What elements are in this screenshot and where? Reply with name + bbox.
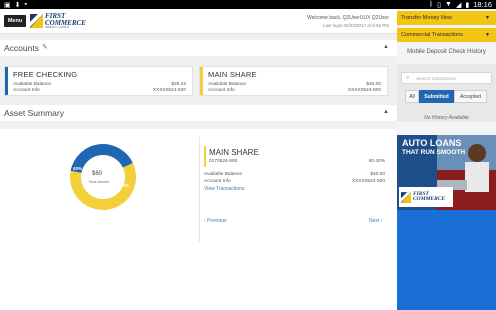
ad-logo-text-commerce: COMMERCE <box>413 196 446 202</box>
search-placeholder: Search transactions <box>416 75 456 81</box>
collapse-accounts-icon[interactable]: ▲ <box>383 44 389 50</box>
ad-headline: AUTO LOANS <box>402 138 462 148</box>
auto-loans-ad[interactable]: AUTO LOANS THAT RUN SMOOTH FIRST COMMERC… <box>397 135 496 210</box>
account-name: MAIN SHARE <box>208 70 257 79</box>
detail-balance-value: $40.00 <box>370 172 385 177</box>
next-link[interactable]: Next › <box>369 218 382 224</box>
donut-center-label: Total Assets <box>88 179 110 184</box>
donut-slice-label: 40% <box>73 166 83 171</box>
view-transactions-link[interactable]: View Transactions <box>204 186 244 192</box>
collapse-asset-summary-icon[interactable]: ▲ <box>383 109 389 115</box>
account-info-label: Account Info <box>208 88 235 93</box>
search-icon: ⌕ <box>406 75 410 81</box>
transfer-money-label: Transfer Money Now <box>401 15 452 21</box>
donut-slice-label: 60% <box>120 183 130 188</box>
chevron-down-icon: ▼ <box>485 15 490 21</box>
asset-summary-panel: 40% 60% $60 Total Assets <box>0 129 397 310</box>
welcome-block: Welcome back, Q2UserUUX Q2User Last logi… <box>307 15 389 29</box>
detail-percent: 60.40% <box>368 159 385 164</box>
first-commerce-logo: FIRST COMMERCE CREDIT UNION <box>30 13 86 30</box>
balance-value: $40.00 <box>366 82 381 87</box>
donut-center-value: $60 <box>92 171 103 177</box>
asset-donut-chart[interactable] <box>68 142 138 212</box>
commercial-transactions-label: Commercial Transactions <box>401 32 464 38</box>
wifi-icon: ▼ <box>445 1 452 8</box>
balance-label: Available Balance <box>208 82 247 87</box>
detail-info-value: XXXX0524-500 <box>351 179 385 184</box>
logo-text-credit-union: CREDIT UNION <box>45 26 70 29</box>
tab-accepted[interactable]: Accepted <box>454 90 487 103</box>
balance-label: Available Balance <box>13 82 52 87</box>
detail-account-number: 0170524-500 <box>209 159 238 164</box>
ad-subheadline: THAT RUN SMOOTH <box>402 149 466 156</box>
account-info-value: XXXX0524-520 <box>152 88 186 93</box>
asset-summary-title: Asset Summary <box>4 108 64 118</box>
right-sidebar: Transfer Money Now ▼ Commercial Transact… <box>397 9 496 310</box>
next-label: Next <box>369 218 380 224</box>
account-info-label: Account Info <box>13 88 40 93</box>
commercial-transactions-button[interactable]: Commercial Transactions ▼ <box>397 28 496 42</box>
bluetooth-icon: ᛒ <box>428 1 434 8</box>
deposit-history-title: Mobile Deposit Check History <box>407 49 486 55</box>
transfer-money-button[interactable]: Transfer Money Now ▼ <box>397 11 496 25</box>
no-sim-icon: ◢ <box>455 1 462 9</box>
detail-color-bar <box>204 146 206 167</box>
no-history-text: No History Available <box>424 115 469 121</box>
deposit-history-panel: ⌕ Search transactions All Submitted Acce… <box>397 64 496 122</box>
account-info-value: XXXX0524-500 <box>347 88 381 93</box>
tab-submitted[interactable]: Submitted <box>419 90 454 103</box>
account-name: FREE CHECKING <box>13 70 78 79</box>
ad-logo-mark-icon <box>401 191 411 203</box>
account-card-main-share[interactable]: MAIN SHARE Available Balance $40.00 Acco… <box>199 66 388 96</box>
balance-value: $28.22 <box>171 82 186 87</box>
logo-mark-icon <box>30 14 43 29</box>
vibrate-icon: ▯ <box>437 1 442 9</box>
tab-all[interactable]: All <box>405 90 419 103</box>
welcome-text: Welcome back, Q2UserUUX Q2User <box>307 15 389 21</box>
previous-link[interactable]: ‹ Previous <box>204 218 227 224</box>
download-icon: ⬇ <box>14 2 21 9</box>
detail-balance-label: Available Balance <box>204 172 243 177</box>
search-transactions-input[interactable]: ⌕ Search transactions <box>401 72 492 84</box>
accounts-title: Accounts <box>4 43 39 53</box>
clock: 18:16 <box>473 0 492 9</box>
app-icon: ▪ <box>24 1 27 8</box>
notification-icon: ▣ <box>4 2 11 9</box>
sidebar-blue-panel <box>397 210 496 310</box>
detail-info-label: Account Info <box>204 179 231 184</box>
last-login-text: Last login 06/23/2017 at 5:55 PM <box>322 23 389 28</box>
ad-logo: FIRST COMMERCE <box>399 187 453 207</box>
battery-icon: ▮ <box>465 1 470 9</box>
main-content: Menu FIRST COMMERCE CREDIT UNION Welcome… <box>0 9 397 310</box>
edit-pencil-icon[interactable]: ✎ <box>42 43 48 51</box>
previous-label: Previous <box>207 218 227 224</box>
menu-button[interactable]: Menu <box>4 15 26 27</box>
detail-account-name: MAIN SHARE <box>209 148 259 157</box>
app-header: Menu FIRST COMMERCE CREDIT UNION Welcome… <box>0 9 397 34</box>
chevron-down-icon: ▼ <box>485 32 490 38</box>
accounts-section-header[interactable]: Accounts ✎ ▲ <box>0 40 397 56</box>
account-card-free-checking[interactable]: FREE CHECKING Available Balance $28.22 A… <box>4 66 193 96</box>
status-bar: ▣ ⬇ ▪ ᛒ ▯ ▼ ◢ ▮ 18:16 <box>0 0 496 9</box>
asset-summary-section-header[interactable]: Asset Summary ▲ <box>0 105 397 121</box>
